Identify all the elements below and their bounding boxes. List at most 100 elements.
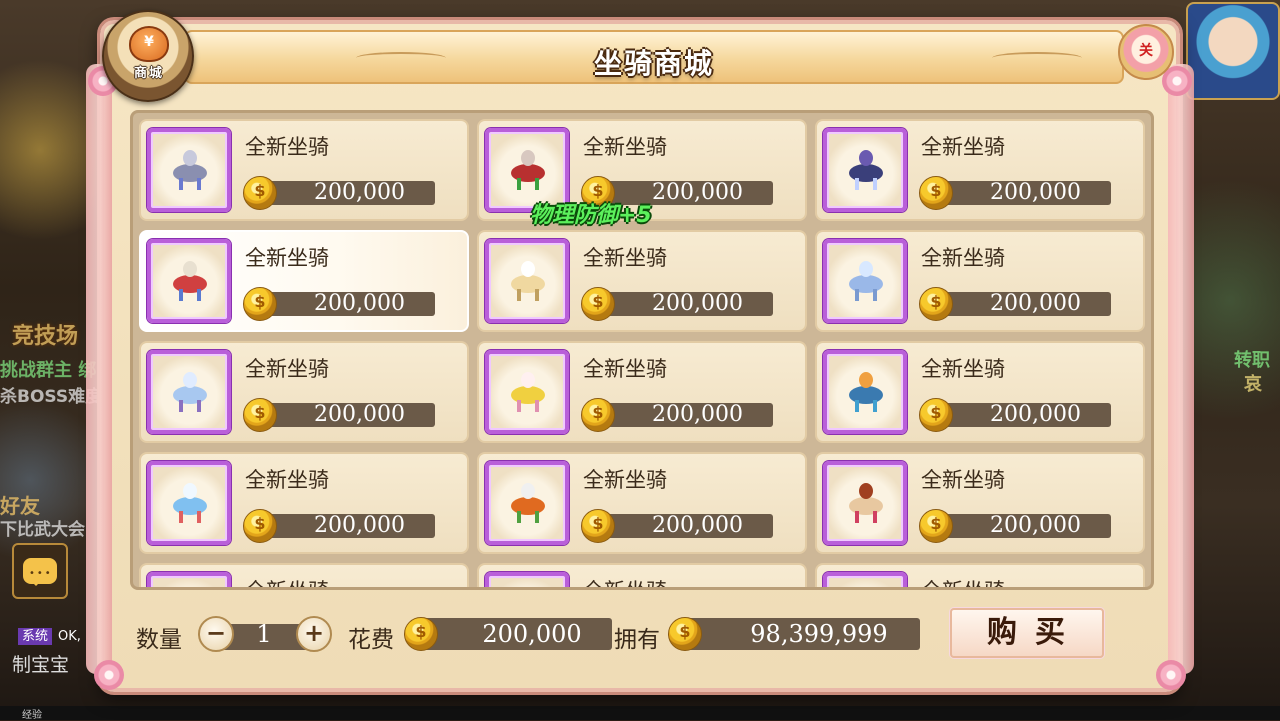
gold-coin-icon [919, 509, 953, 543]
system-tag: 系统 [18, 628, 53, 645]
chat-button[interactable]: ••• [12, 543, 68, 599]
mount-image [503, 370, 551, 414]
mount-price: 200,000 [652, 291, 743, 316]
buy-button[interactable]: 购买 [950, 608, 1104, 658]
mount-image [165, 370, 213, 414]
quantity-plus-button[interactable]: + [296, 616, 332, 652]
mount-price: 200,000 [314, 180, 405, 205]
mount-name: 全新坐骑 [245, 357, 329, 381]
mount-image [503, 481, 551, 525]
mount-thumbnail [147, 128, 231, 212]
mount-image [841, 148, 889, 192]
chat-snippet: 制宝宝 [12, 654, 70, 676]
mount-card[interactable]: 全新坐骑 [139, 563, 469, 587]
title-bar: 坐骑商城 [184, 30, 1124, 84]
mount-thumbnail [147, 239, 231, 323]
mount-name: 全新坐骑 [921, 135, 1005, 159]
mount-card[interactable]: 全新坐骑 200,000 [139, 230, 469, 332]
mount-card[interactable]: 全新坐骑 200,000 [139, 341, 469, 443]
gold-coin-icon [919, 287, 953, 321]
gold-coin-icon [243, 176, 277, 210]
gold-coin-icon [919, 176, 953, 210]
mount-card[interactable]: 全新坐骑 200,000 [477, 230, 807, 332]
mount-price: 200,000 [990, 180, 1081, 205]
gold-coin-icon [581, 509, 615, 543]
arena-label: 竞技场 [12, 324, 79, 349]
cost-value: 200,000 [482, 620, 582, 648]
shop-badge-label: 商城 [133, 66, 164, 81]
close-icon: 关 [1139, 43, 1153, 59]
mount-thumbnail [823, 128, 907, 212]
mount-shop-window: 坐骑商城 ¥ 商城 关 全新坐骑 200,000 $ 全新坐骑 200,000 … [86, 10, 1194, 692]
floating-buff-text: 物理防御+5 [530, 203, 652, 228]
mount-image [503, 148, 551, 192]
mount-card[interactable]: 全新坐骑 200,000 [139, 119, 469, 221]
owned-value: 98,399,999 [750, 620, 888, 648]
mount-card[interactable]: 全新坐骑 [815, 563, 1145, 587]
mount-price: 200,000 [652, 180, 743, 205]
mount-price: 200,000 [314, 402, 405, 427]
mount-thumbnail [147, 572, 231, 587]
mount-thumbnail [485, 572, 569, 587]
mount-name: 全新坐骑 [245, 575, 329, 587]
mount-image [841, 259, 889, 303]
mount-image [165, 481, 213, 525]
quantity-minus-button[interactable]: − [198, 616, 234, 652]
right-curtain-decoration [1168, 64, 1194, 674]
mount-card[interactable]: 全新坐骑 [477, 563, 807, 587]
mount-image [841, 481, 889, 525]
mount-card[interactable]: 全新坐骑 200,000 [477, 452, 807, 554]
gold-coin-icon [404, 617, 438, 651]
mount-name: 全新坐骑 [583, 575, 667, 587]
mount-card[interactable]: 全新坐骑 200,000 [815, 119, 1145, 221]
mount-name: 全新坐骑 [583, 468, 667, 492]
mount-thumbnail [823, 350, 907, 434]
chat-bubble-icon: ••• [23, 558, 57, 586]
exp-label: 经验 [22, 710, 42, 721]
left-curtain-decoration [86, 64, 112, 674]
mount-grid-panel[interactable]: 全新坐骑 200,000 全新坐骑 200,000 [130, 110, 1154, 590]
shop-badge: ¥ 商城 [102, 10, 194, 102]
system-chat-text: OK, [58, 629, 81, 644]
cost-value-bar: 200,000 [422, 618, 612, 650]
mount-card[interactable]: 全新坐骑 200,000 [815, 341, 1145, 443]
mount-price: 200,000 [652, 402, 743, 427]
gold-coin-icon [243, 287, 277, 321]
right-side-text-2: 哀 [1244, 374, 1262, 395]
gold-coin-icon [919, 398, 953, 432]
mount-thumbnail [147, 350, 231, 434]
mount-name: 全新坐骑 [583, 357, 667, 381]
mount-thumbnail [823, 461, 907, 545]
mount-name: 全新坐骑 [921, 246, 1005, 270]
gold-coin-icon [668, 617, 702, 651]
background-event-text-1: 挑战群主 绑 [0, 360, 97, 381]
money-bag-icon: ¥ [129, 26, 169, 62]
mount-price: 200,000 [990, 513, 1081, 538]
right-side-text-1: 转职 [1234, 350, 1270, 371]
mount-thumbnail [823, 572, 907, 587]
player-avatar[interactable] [1186, 2, 1280, 100]
gold-coin-icon [581, 398, 615, 432]
exp-bar: 经验 [0, 706, 1280, 721]
mount-name: 全新坐骑 [921, 468, 1005, 492]
mount-name: 全新坐骑 [245, 135, 329, 159]
mount-name: 全新坐骑 [921, 357, 1005, 381]
mount-card[interactable]: 全新坐骑 200,000 [815, 452, 1145, 554]
mount-thumbnail [823, 239, 907, 323]
mount-name: 全新坐骑 [583, 246, 667, 270]
mount-card[interactable]: 全新坐骑 200,000 [477, 341, 807, 443]
mount-thumbnail [485, 350, 569, 434]
mount-price: 200,000 [314, 513, 405, 538]
gold-coin-icon [581, 287, 615, 321]
owned-label: 拥有 [614, 627, 660, 653]
close-button[interactable]: 关 [1118, 24, 1174, 80]
mount-name: 全新坐骑 [245, 468, 329, 492]
quantity-value: 1 [256, 620, 272, 648]
mount-card[interactable]: 全新坐骑 200,000 [139, 452, 469, 554]
owned-value-bar: 98,399,999 [684, 618, 920, 650]
mount-price: 200,000 [990, 291, 1081, 316]
mount-card[interactable]: 全新坐骑 200,000 [815, 230, 1145, 332]
background-event-text-4: 下比武大会 [0, 520, 85, 540]
cost-label: 花费 [348, 627, 394, 653]
mount-thumbnail [485, 239, 569, 323]
